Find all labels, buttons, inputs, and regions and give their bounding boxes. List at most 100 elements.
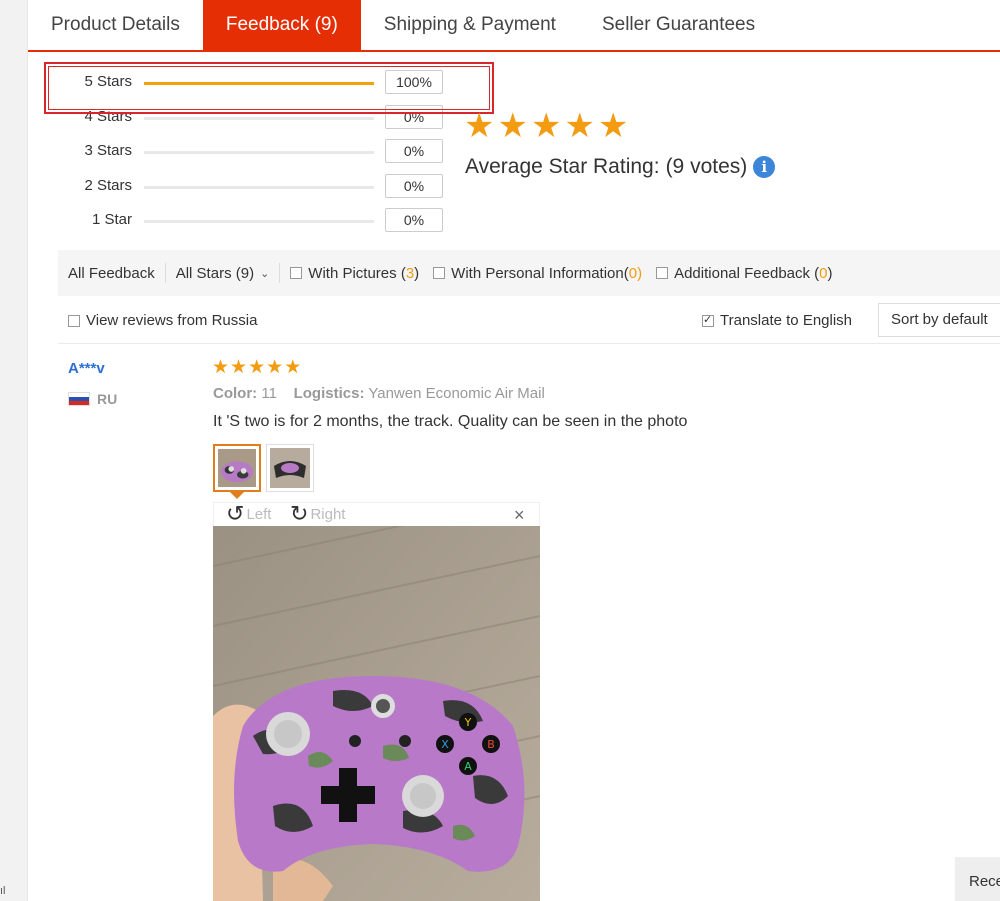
russia-flag-icon [68, 392, 90, 406]
histogram-label: 2 Stars [84, 176, 132, 194]
histogram-percent: 0% [385, 139, 443, 163]
histogram-bar [144, 116, 374, 120]
review-photo: Y B X A [213, 526, 540, 901]
controller-photo-thumb [270, 448, 310, 488]
rotate-right-button[interactable]: ↻ Right [290, 503, 345, 525]
sort-select[interactable]: Sort by default ⌄ [878, 303, 1000, 337]
star-icon: ★ [464, 107, 495, 145]
with-pictures-count: 3 [405, 264, 415, 282]
paren-close: ) [827, 264, 833, 282]
review-meta: Color: 11 Logistics: Yanwen Economic Air… [213, 385, 545, 402]
photo-viewer-toolbar: ↺ Left ↻ Right × [213, 502, 540, 526]
personal-info-checkbox[interactable] [433, 267, 446, 279]
average-rating: Average Star Rating: (9 votes) i [465, 155, 776, 179]
rotate-left-label: Left [246, 505, 272, 523]
feedback-filter-bar: All Feedback All Stars (9) ⌄ With Pictur… [58, 250, 1000, 296]
filter-divider [164, 263, 166, 283]
recent-button[interactable]: Rece [955, 857, 1000, 901]
translate-option[interactable]: Translate to English [702, 312, 852, 329]
star-icon: ★ [230, 357, 248, 378]
review-stars: ★ ★ ★ ★ ★ [212, 357, 301, 379]
histogram-label: 3 Stars [84, 142, 132, 159]
tab-feedback[interactable]: Feedback (9) [202, 0, 361, 50]
all-feedback-filter[interactable]: All Feedback [68, 265, 155, 282]
info-icon[interactable]: i [753, 156, 776, 178]
translate-label: Translate to English [720, 312, 853, 329]
star-icon: ★ [212, 357, 230, 378]
star-icon: ★ [284, 357, 302, 378]
with-pictures-filter[interactable]: With Pictures (3) [290, 265, 419, 282]
tab-seller-guarantees[interactable]: Seller Guarantees [579, 0, 778, 50]
all-stars-dropdown[interactable]: All Stars (9) ⌄ [176, 265, 270, 282]
rotate-right-label: Right [310, 505, 346, 523]
star-icon: ★ [530, 107, 562, 145]
feedback-options: View reviews from Russia Translate to En… [68, 303, 1000, 337]
review-photo-thumbnail[interactable] [213, 444, 261, 492]
reviewer-country: RU [68, 391, 117, 407]
paren-close: ) [414, 264, 420, 282]
svg-text:A: A [464, 760, 472, 773]
highlight-box [44, 62, 494, 114]
star-icon: ★ [497, 107, 528, 145]
with-pictures-label: With Pictures ( [308, 264, 406, 282]
tab-product-details[interactable]: Product Details [28, 0, 203, 50]
translate-checkbox[interactable] [702, 313, 714, 327]
view-russia-label: View reviews from Russia [86, 312, 258, 329]
tab-shipping-payment[interactable]: Shipping & Payment [361, 0, 579, 50]
average-rating-label: Average Star Rating: [465, 155, 660, 178]
histogram-bar [144, 185, 374, 189]
star-icon: ★ [248, 357, 266, 378]
left-gutter: ıl [0, 0, 28, 901]
color-value: 11 [261, 385, 277, 402]
histogram-percent: 0% [385, 173, 443, 198]
personal-info-filter[interactable]: With Personal Information(0) [433, 265, 642, 282]
chevron-down-icon: ⌄ [260, 267, 270, 280]
additional-feedback-filter[interactable]: Additional Feedback (0) [656, 264, 833, 282]
vote-count: (9 votes) [665, 155, 748, 178]
all-stars-label: All Stars (9) [175, 264, 255, 282]
rotate-left-icon: ↺ [226, 501, 245, 526]
star-icon: ★ [564, 107, 595, 145]
logistics-value: Yanwen Economic Air Mail [368, 385, 545, 402]
additional-feedback-checkbox[interactable] [656, 267, 669, 279]
reviewer-name[interactable]: A***v [68, 360, 105, 377]
histogram-row-3[interactable]: 3 Stars 0% [48, 135, 494, 170]
star-icon: ★ [266, 357, 284, 378]
histogram-bar [144, 220, 374, 223]
svg-text:Y: Y [464, 716, 472, 729]
controller-photo: Y B X A [213, 526, 540, 901]
controller-photo-thumb [218, 449, 256, 487]
product-tabs: Product Details Feedback (9) Shipping & … [28, 0, 1000, 52]
svg-text:B: B [487, 738, 495, 751]
additional-feedback-count: 0 [819, 264, 828, 282]
star-icon: ★ [597, 107, 629, 145]
close-icon[interactable]: × [514, 505, 525, 526]
with-pictures-checkbox[interactable] [290, 267, 303, 279]
personal-info-label: With Personal Information( [451, 264, 629, 282]
sort-select-value: Sort by default [891, 311, 988, 328]
rotate-left-button[interactable]: ↺ Left [226, 503, 271, 525]
view-russia-checkbox[interactable] [68, 314, 80, 327]
divider [58, 343, 1000, 344]
view-russia-option[interactable]: View reviews from Russia [68, 312, 257, 329]
filter-divider [279, 263, 281, 283]
rotate-right-icon: ↻ [290, 501, 309, 526]
paren-close: ) [637, 264, 643, 282]
thumbnail-pointer [230, 492, 244, 499]
country-code: RU [97, 391, 118, 407]
histogram-row-2[interactable]: 2 Stars 0% [48, 170, 494, 205]
histogram-label: 1 Star [91, 211, 132, 228]
logistics-label: Logistics: [293, 385, 365, 402]
personal-info-count: 0 [628, 264, 638, 282]
review-photo-thumbnail[interactable] [266, 444, 314, 492]
review-text: It 'S two is for 2 months, the track. Qu… [213, 413, 688, 430]
svg-text:X: X [441, 738, 449, 751]
average-rating-stars: ★ ★ ★ ★ ★ [464, 106, 628, 146]
all-feedback-label: All Feedback [68, 264, 155, 282]
additional-feedback-label: Additional Feedback ( [674, 264, 820, 282]
gutter-mark: ıl [0, 885, 6, 897]
histogram-percent: 0% [385, 208, 443, 232]
histogram-bar [144, 151, 374, 154]
color-label: Color: [213, 385, 258, 402]
histogram-row-1[interactable]: 1 Star 0% [48, 204, 494, 239]
